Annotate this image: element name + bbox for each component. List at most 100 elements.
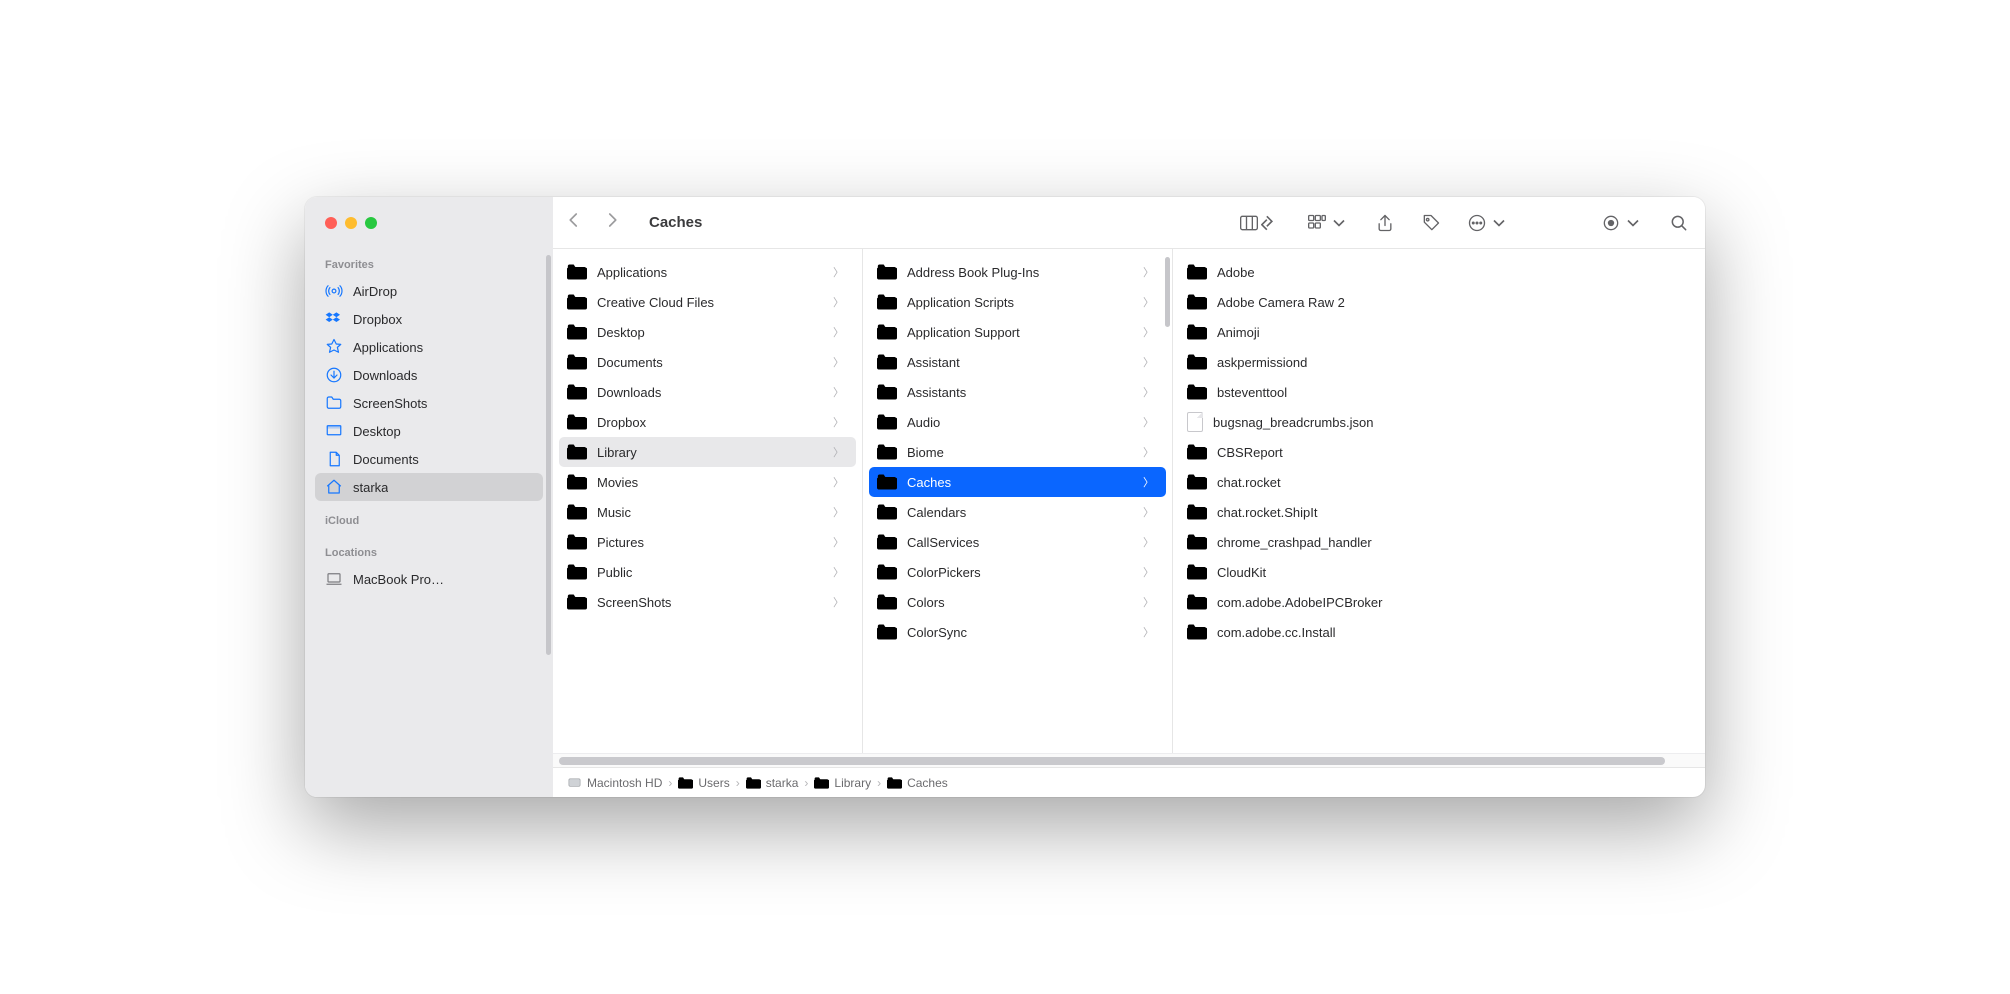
file-name: Applications: [597, 265, 823, 280]
folder-icon: [1187, 264, 1207, 280]
view-columns-button[interactable]: [1239, 213, 1281, 233]
file-row[interactable]: Documents〉: [559, 347, 856, 377]
sidebar-item[interactable]: MacBook Pro…: [315, 565, 543, 593]
fullscreen-button[interactable]: [365, 217, 377, 229]
group-by-button[interactable]: [1307, 213, 1349, 233]
sidebar-item[interactable]: ScreenShots: [315, 389, 543, 417]
sidebar-item-label: Applications: [353, 340, 423, 355]
file-row[interactable]: chat.rocket.ShipIt: [1179, 497, 1537, 527]
path-label: Users: [698, 776, 729, 790]
file-row[interactable]: Biome〉: [869, 437, 1166, 467]
file-row[interactable]: Movies〉: [559, 467, 856, 497]
path-crumb[interactable]: Users: [678, 776, 729, 790]
file-row[interactable]: Library〉: [559, 437, 856, 467]
scrollbar[interactable]: [546, 255, 551, 655]
file-row[interactable]: CallServices〉: [869, 527, 1166, 557]
file-row[interactable]: Downloads〉: [559, 377, 856, 407]
folder-icon: [567, 504, 587, 520]
file-name: Dropbox: [597, 415, 823, 430]
file-row[interactable]: Assistant〉: [869, 347, 1166, 377]
file-row[interactable]: Adobe Camera Raw 2: [1179, 287, 1537, 317]
file-row[interactable]: CBSReport: [1179, 437, 1537, 467]
sidebar-item[interactable]: Dropbox: [315, 305, 543, 333]
scrollbar[interactable]: [1165, 257, 1170, 327]
file-row[interactable]: Public〉: [559, 557, 856, 587]
file-name: Library: [597, 445, 823, 460]
path-separator: ›: [804, 776, 808, 790]
sidebar-item[interactable]: AirDrop: [315, 277, 543, 305]
sidebar-item[interactable]: Desktop: [315, 417, 543, 445]
downloads-icon: [325, 366, 343, 384]
file-name: bsteventtool: [1217, 385, 1525, 400]
file-name: Animoji: [1217, 325, 1525, 340]
file-row[interactable]: Desktop〉: [559, 317, 856, 347]
home-icon: [325, 478, 343, 496]
file-name: Audio: [907, 415, 1133, 430]
action-button[interactable]: [1467, 213, 1509, 233]
file-row[interactable]: Pictures〉: [559, 527, 856, 557]
traffic-lights: [305, 197, 553, 249]
file-row[interactable]: Caches〉: [869, 467, 1166, 497]
chevron-right-icon: 〉: [1143, 564, 1154, 580]
file-row[interactable]: com.adobe.AdobeIPCBroker: [1179, 587, 1537, 617]
folder-icon: [877, 474, 897, 490]
forward-button[interactable]: [603, 211, 621, 234]
sidebar: FavoritesAirDropDropboxApplicationsDownl…: [305, 249, 553, 797]
file-row[interactable]: Application Support〉: [869, 317, 1166, 347]
file-name: ScreenShots: [597, 595, 823, 610]
file-name: com.adobe.cc.Install: [1217, 625, 1525, 640]
laptop-icon: [325, 570, 343, 588]
path-crumb[interactable]: Macintosh HD: [567, 775, 662, 790]
sidebar-item[interactable]: Applications: [315, 333, 543, 361]
file-name: Public: [597, 565, 823, 580]
file-row[interactable]: Application Scripts〉: [869, 287, 1166, 317]
horizontal-scrollbar[interactable]: [553, 753, 1705, 767]
file-row[interactable]: chat.rocket: [1179, 467, 1537, 497]
file-row[interactable]: com.adobe.cc.Install: [1179, 617, 1537, 647]
file-row[interactable]: Applications〉: [559, 257, 856, 287]
sidebar-item-label: Desktop: [353, 424, 401, 439]
folder-icon: [1187, 384, 1207, 400]
file-row[interactable]: CloudKit: [1179, 557, 1537, 587]
file-name: ColorSync: [907, 625, 1133, 640]
back-button[interactable]: [565, 211, 583, 234]
file-row[interactable]: Assistants〉: [869, 377, 1166, 407]
path-crumb[interactable]: Caches: [887, 776, 948, 790]
path-crumb[interactable]: Library: [814, 776, 871, 790]
minimize-button[interactable]: [345, 217, 357, 229]
close-button[interactable]: [325, 217, 337, 229]
share-button[interactable]: [1375, 213, 1395, 233]
file-row[interactable]: Calendars〉: [869, 497, 1166, 527]
file-row[interactable]: ColorSync〉: [869, 617, 1166, 647]
file-row[interactable]: Adobe: [1179, 257, 1537, 287]
folder-icon: [877, 294, 897, 310]
sidebar-item[interactable]: Documents: [315, 445, 543, 473]
preview-toggle[interactable]: [1601, 213, 1643, 233]
file-row[interactable]: Colors〉: [869, 587, 1166, 617]
file-row[interactable]: ColorPickers〉: [869, 557, 1166, 587]
file-row[interactable]: ScreenShots〉: [559, 587, 856, 617]
path-crumb[interactable]: starka: [746, 776, 799, 790]
folder-icon: [567, 384, 587, 400]
file-name: Biome: [907, 445, 1133, 460]
search-button[interactable]: [1669, 213, 1689, 233]
file-row[interactable]: askpermissiond: [1179, 347, 1537, 377]
folder-icon: [325, 394, 343, 412]
file-row[interactable]: Dropbox〉: [559, 407, 856, 437]
path-label: Macintosh HD: [587, 776, 662, 790]
sidebar-item[interactable]: Downloads: [315, 361, 543, 389]
folder-icon: [877, 264, 897, 280]
file-row[interactable]: Audio〉: [869, 407, 1166, 437]
file-row[interactable]: Address Book Plug-Ins〉: [869, 257, 1166, 287]
file-row[interactable]: Music〉: [559, 497, 856, 527]
file-row[interactable]: Creative Cloud Files〉: [559, 287, 856, 317]
documents-icon: [325, 450, 343, 468]
tags-button[interactable]: [1421, 213, 1441, 233]
file-row[interactable]: bsteventtool: [1179, 377, 1537, 407]
folder-icon: [877, 384, 897, 400]
sidebar-item[interactable]: starka: [315, 473, 543, 501]
folder-icon: [1187, 594, 1207, 610]
file-row[interactable]: Animoji: [1179, 317, 1537, 347]
file-row[interactable]: chrome_crashpad_handler: [1179, 527, 1537, 557]
file-row[interactable]: bugsnag_breadcrumbs.json: [1179, 407, 1537, 437]
